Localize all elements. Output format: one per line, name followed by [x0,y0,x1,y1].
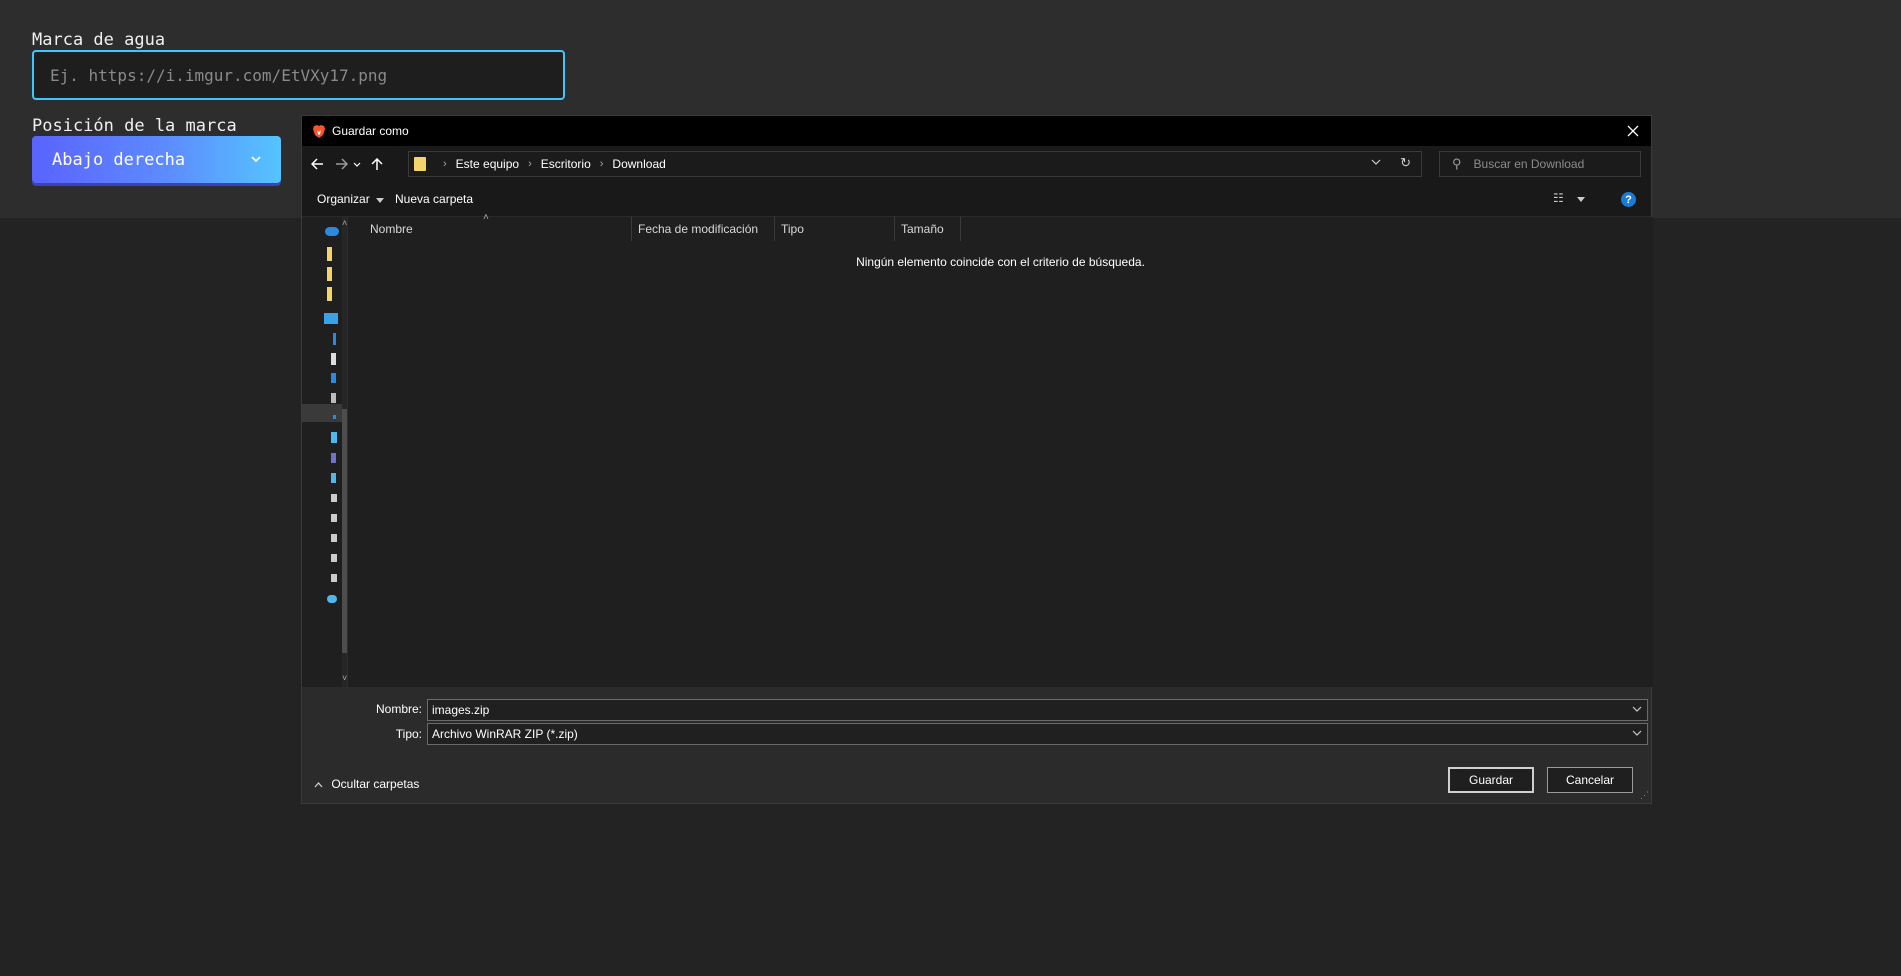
position-label: Posición de la marca [32,116,237,136]
drive-icon[interactable] [331,574,337,582]
new-folder-button[interactable]: Nueva carpeta [395,192,473,206]
cancel-button[interactable]: Cancelar [1547,767,1633,793]
dialog-toolbar: Organizar Nueva carpeta ☷ ? [302,182,1651,217]
chevron-down-icon [251,156,261,163]
filename-input[interactable] [432,703,1612,717]
drive-icon[interactable] [331,494,337,502]
position-select-value: Abajo derecha [52,149,186,170]
chevron-down-icon [1371,159,1381,165]
filetype-select[interactable]: Archivo WinRAR ZIP (*.zip) [427,723,1648,745]
watermark-label: Marca de agua [32,30,166,50]
drive-icon[interactable] [331,554,337,562]
navigation-pane: ˄ ˅ [302,217,348,687]
save-button[interactable]: Guardar [1448,767,1534,793]
refresh-button[interactable]: ↻ [1400,155,1411,171]
search-icon: ⚲ [1452,156,1462,171]
help-icon: ? [1625,193,1632,206]
videos-icon[interactable] [331,453,336,463]
folder-icon[interactable] [327,287,332,301]
filename-label: Nombre: [375,702,422,716]
help-button[interactable]: ? [1621,192,1636,207]
navpane-selected-item[interactable] [302,404,342,422]
filetype-label: Tipo: [395,727,422,741]
3d-objects-icon[interactable] [331,432,337,443]
chevron-up-icon [314,782,323,788]
close-button[interactable] [1623,121,1643,141]
arrow-up-icon [371,157,383,170]
breadcrumb-separator-icon: › [443,158,447,170]
filetype-value: Archivo WinRAR ZIP (*.zip) [432,727,578,741]
breadcrumb-item-escritorio[interactable]: Escritorio [541,157,591,171]
save-as-dialog: Guardar como › Este equipo › Escritorio … [301,115,1653,804]
navigation-bar: › Este equipo › Escritorio › Download ↻ … [302,146,1651,182]
dialog-titlebar: Guardar como [302,116,1651,146]
this-pc-icon[interactable] [324,313,338,324]
caret-down-icon [376,198,385,203]
column-header-name[interactable]: Nombre [364,217,632,241]
breadcrumb-item-download[interactable]: Download [612,157,665,171]
folder-icon [414,157,426,171]
chevron-down-icon[interactable] [1632,703,1642,715]
position-select[interactable]: Abajo derecha [32,136,281,183]
hide-folders-button[interactable]: Ocultar carpetas [314,777,419,791]
chevron-down-icon [1632,727,1642,739]
close-icon [1627,125,1639,137]
arrow-right-icon [335,158,348,170]
file-list: ˄ Nombre Fecha de modificación Tipo Tama… [347,212,1653,687]
hide-folders-label: Ocultar carpetas [331,777,420,791]
music-icon[interactable] [333,415,336,419]
resize-grip-icon[interactable]: ⋰ [1640,790,1649,801]
up-button[interactable] [367,154,387,174]
chevron-down-icon [353,162,361,167]
folder-icon[interactable] [327,267,332,281]
address-bar[interactable]: › Este equipo › Escritorio › Download ↻ [408,151,1422,177]
search-input[interactable] [1471,156,1616,172]
search-box[interactable]: ⚲ [1439,151,1641,177]
column-header-date[interactable]: Fecha de modificación [632,217,775,241]
filename-field[interactable] [427,699,1648,721]
breadcrumb-separator-icon: › [528,158,532,170]
change-view-button[interactable]: ☷ [1553,191,1586,205]
details-view-icon: ☷ [1553,191,1564,205]
back-button[interactable] [307,154,327,174]
pictures-icon[interactable] [331,393,336,403]
watermark-input[interactable] [32,50,565,100]
dialog-title: Guardar como [332,124,409,138]
organize-button[interactable]: Organizar [317,192,385,206]
column-header-type[interactable]: Tipo [775,217,895,241]
caret-down-icon [1577,197,1586,202]
organize-label: Organizar [317,192,370,206]
dialog-footer: Nombre: Tipo: Archivo WinRAR ZIP (*.zip)… [302,687,1651,803]
empty-message: Ningún elemento coincide con el criterio… [856,255,1145,269]
refresh-icon: ↻ [1400,155,1411,170]
recent-locations-button[interactable] [351,154,363,174]
network-icon[interactable] [327,595,337,603]
column-header-size[interactable]: Tamaño [895,217,961,241]
downloads-icon[interactable] [333,333,336,345]
drive-icon[interactable] [331,534,337,542]
folder-icon[interactable] [327,247,332,261]
address-dropdown-button[interactable] [1371,156,1381,168]
forward-button[interactable] [331,154,351,174]
breadcrumb-separator-icon: › [599,158,604,170]
drive-icon[interactable] [331,473,336,483]
brave-logo-icon [313,124,325,138]
breadcrumb-item-este-equipo[interactable]: Este equipo [456,157,519,171]
drive-icon[interactable] [331,514,337,522]
desktop-icon[interactable] [331,373,336,383]
documents-icon[interactable] [331,353,336,365]
onedrive-icon[interactable] [325,227,339,236]
arrow-left-icon [310,158,323,170]
